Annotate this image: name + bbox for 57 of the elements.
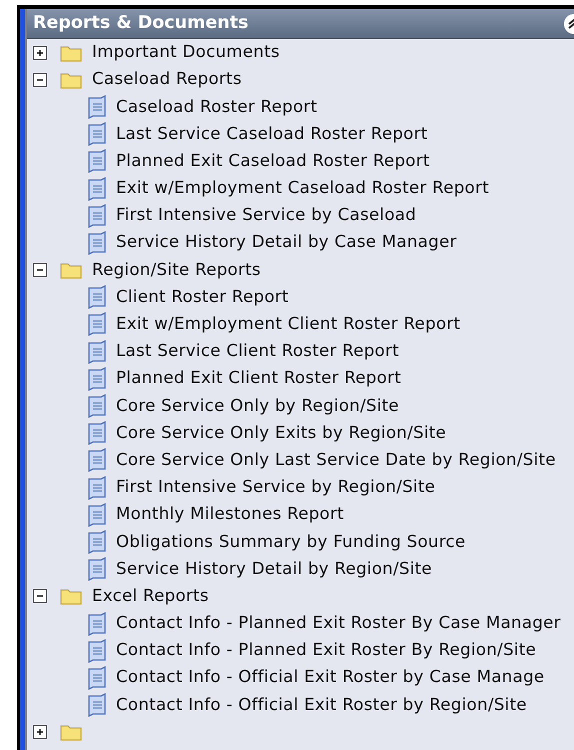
report-link[interactable]: Contact Info - Planned Exit Roster By Case Manager [116, 611, 561, 636]
report-link[interactable]: Contact Info - Official Exit Roster by Case Manage [116, 665, 544, 690]
document-icon [86, 502, 108, 527]
document-icon [86, 394, 108, 418]
report-link[interactable]: Core Service Only Exits by Region/Site [116, 420, 446, 446]
document-icon [86, 666, 108, 690]
report-link[interactable]: Last Service Client Roster Report [116, 339, 400, 364]
folder-label[interactable]: Region/Site Reports [92, 258, 261, 283]
report-link[interactable]: Service History Detail by Case Manager [116, 230, 457, 256]
collapse-toggle-icon[interactable] [33, 72, 47, 87]
document-icon [86, 530, 108, 554]
folder-icon [60, 70, 82, 89]
document-icon [86, 204, 108, 228]
collapse-toggle-icon[interactable] [33, 589, 47, 604]
document-icon [86, 366, 108, 391]
document-icon [86, 612, 108, 636]
expand-toggle-icon[interactable] [33, 725, 47, 740]
folder-icon [60, 44, 82, 62]
document-icon [86, 340, 108, 364]
report-link[interactable]: Monthly Milestones Report [116, 502, 344, 528]
report-link[interactable]: Planned Exit Client Roster Report [116, 366, 402, 392]
document-icon [86, 230, 108, 255]
document-icon [86, 149, 108, 174]
folder-label[interactable]: Caseload Reports [92, 67, 242, 92]
report-link[interactable]: Core Service Only by Region/Site [116, 394, 400, 418]
report-link[interactable]: Client Roster Report [116, 284, 289, 310]
report-link[interactable]: First Intensive Service by Region/Site [116, 475, 436, 500]
report-link[interactable]: Service History Detail by Region/Site [116, 556, 432, 582]
folder-icon [60, 723, 82, 742]
folder-icon [60, 587, 82, 606]
report-link[interactable]: Contact Info - Official Exit Roster by Region/Site [116, 692, 527, 718]
document-icon [86, 312, 108, 336]
report-link[interactable]: Caseload Roster Report [116, 94, 318, 120]
report-link[interactable]: Obligations Summary by Funding Source [116, 530, 466, 554]
report-link[interactable]: Exit w/Employment Client Roster Report [116, 312, 460, 337]
document-icon [86, 176, 108, 201]
report-link[interactable]: Exit w/Employment Caseload Roster Report [116, 176, 490, 201]
report-link[interactable]: Core Service Only Last Service Date by Region/Site [116, 448, 556, 473]
report-link[interactable]: Contact Info - Planned Exit Roster By Region/Site [116, 638, 536, 664]
document-icon [86, 94, 108, 119]
document-icon [86, 476, 108, 500]
folder-icon [60, 261, 82, 280]
report-link[interactable]: First Intensive Service by Caseload [116, 203, 416, 228]
document-icon [86, 122, 108, 146]
report-link[interactable]: Planned Exit Caseload Roster Report [116, 148, 430, 174]
folder-label[interactable]: Excel Reports [92, 584, 209, 609]
document-icon [86, 557, 108, 582]
document-icon [86, 638, 108, 663]
document-icon [86, 693, 108, 718]
report-link[interactable]: Last Service Caseload Roster Report [116, 122, 428, 147]
panel-title: Reports & Documents [33, 12, 250, 36]
expand-toggle-icon[interactable] [33, 46, 47, 60]
collapse-toggle-icon[interactable] [33, 263, 47, 278]
document-icon [86, 448, 108, 472]
document-icon [86, 421, 108, 446]
folder-label[interactable]: Important Documents [92, 40, 280, 66]
document-icon [86, 285, 108, 310]
